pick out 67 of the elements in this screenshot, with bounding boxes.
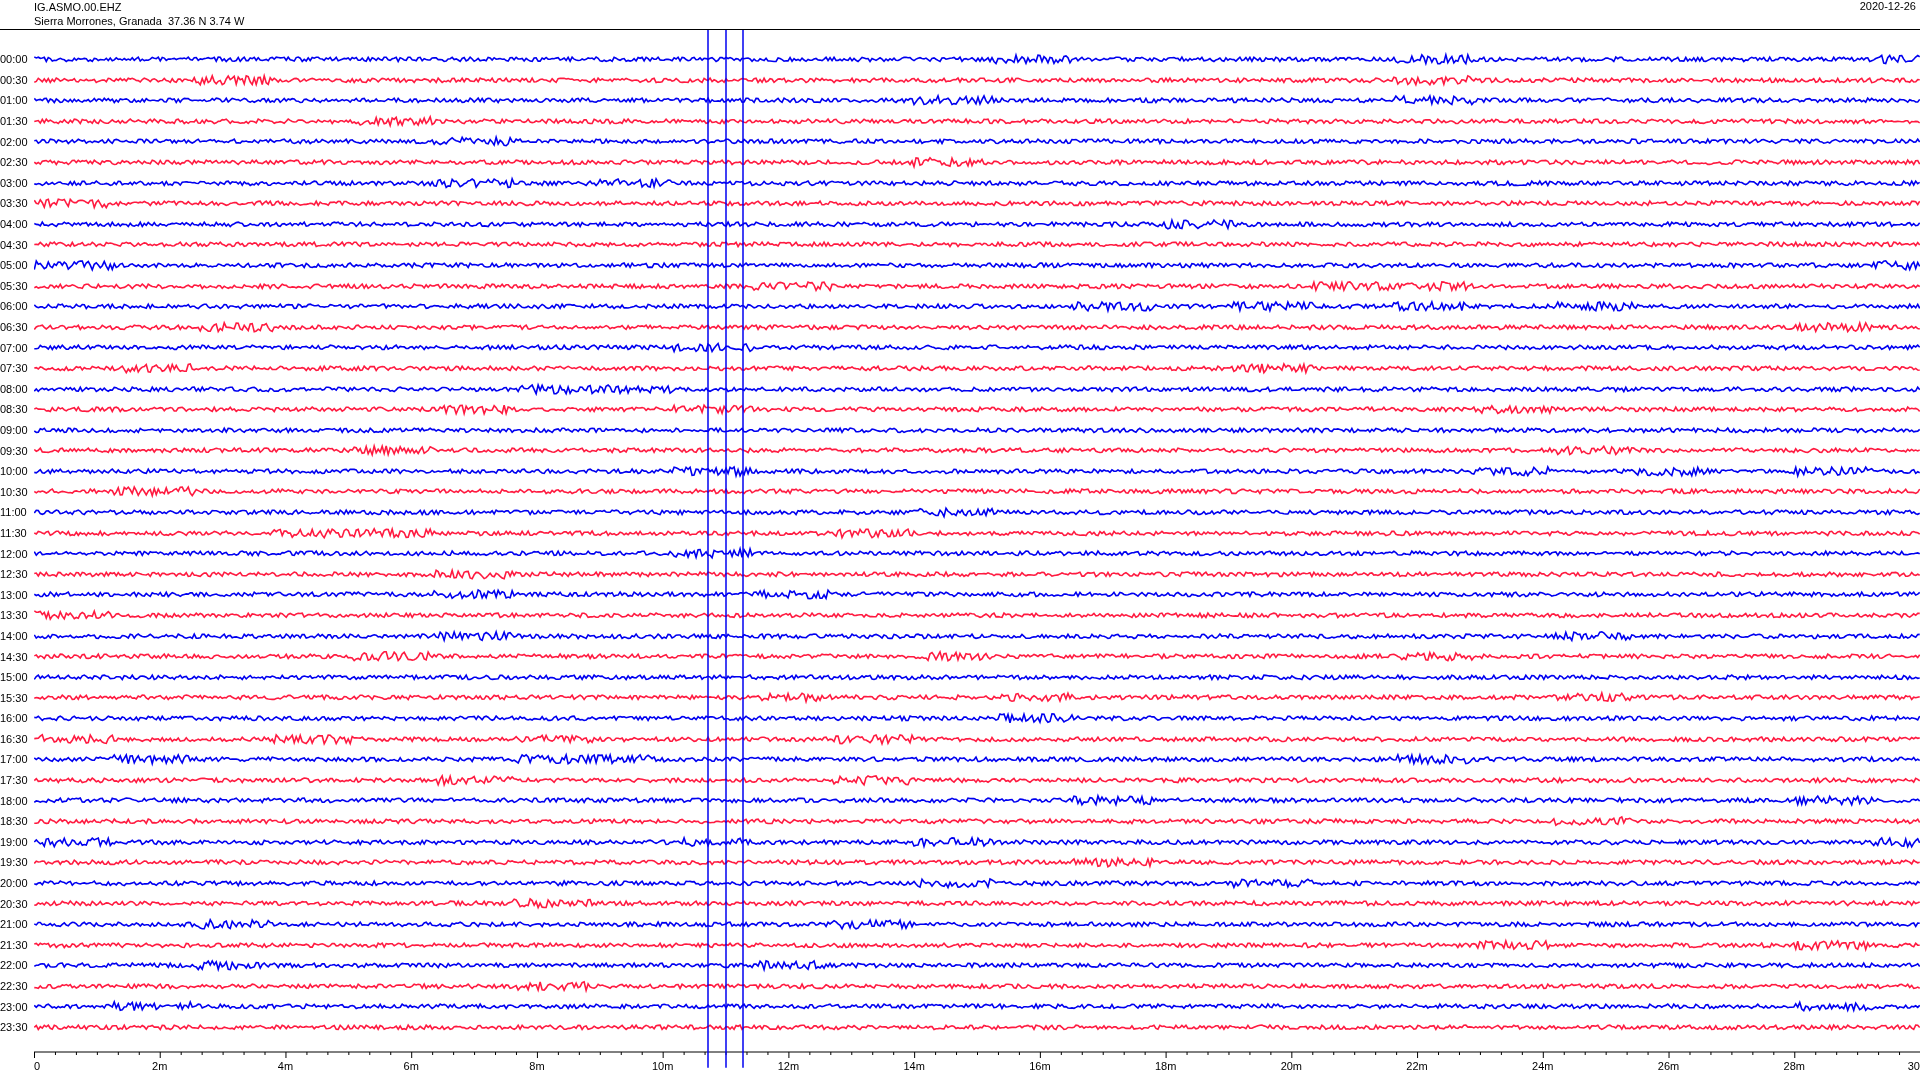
time-label: 20:30 — [0, 897, 29, 910]
time-label: 00:30 — [0, 73, 29, 86]
axis-tick-label: 4m — [277, 1060, 294, 1072]
time-label: 12:00 — [0, 547, 29, 560]
time-label: 03:30 — [0, 197, 29, 210]
axis-tick-label: 12m — [777, 1060, 800, 1072]
axis-tick-label: 18m — [1154, 1060, 1177, 1072]
time-label: 22:00 — [0, 959, 29, 972]
axis-tick-label: 30 — [1907, 1060, 1920, 1072]
time-label: 17:00 — [0, 753, 29, 766]
time-label: 21:30 — [0, 938, 29, 951]
axis-tick-label: 20m — [1280, 1060, 1303, 1072]
axis-tick-label: 14m — [903, 1060, 925, 1072]
time-label: 22:30 — [0, 980, 29, 992]
time-label: 15:30 — [0, 691, 29, 704]
time-label: 05:00 — [0, 259, 29, 272]
time-label: 10:00 — [0, 465, 29, 478]
time-label: 04:30 — [0, 238, 29, 251]
time-label: 18:30 — [0, 815, 29, 828]
time-label: 14:30 — [0, 650, 29, 663]
axis-tick-label: 6m — [403, 1060, 419, 1072]
axis-tick-label: 10m — [651, 1060, 674, 1072]
plot-date: 2020-12-26 — [1859, 0, 1917, 14]
time-label: 01:00 — [0, 94, 29, 107]
time-label: 07:00 — [0, 341, 29, 354]
time-label: 18:00 — [0, 794, 29, 807]
axis-tick-label: 16m — [1029, 1060, 1051, 1072]
axis-tick-label: 2m — [152, 1060, 168, 1072]
time-label: 02:30 — [0, 156, 29, 169]
time-label: 21:00 — [0, 918, 29, 931]
time-label: 14:00 — [0, 629, 29, 642]
time-label: 13:30 — [0, 609, 29, 622]
time-label: 19:30 — [0, 856, 29, 869]
time-label: 05:30 — [0, 279, 29, 292]
time-label: 10:30 — [0, 485, 29, 498]
time-label: 08:00 — [0, 382, 29, 395]
time-label: 08:30 — [0, 403, 29, 416]
time-label: 12:30 — [0, 568, 29, 581]
time-label: 20:00 — [0, 877, 29, 890]
axis-tick-label: 24m — [1532, 1060, 1554, 1072]
time-label: 00:00 — [0, 53, 29, 66]
axis-tick-label: 22m — [1406, 1060, 1428, 1072]
time-label: 09:00 — [0, 424, 29, 436]
time-label: 23:30 — [0, 1021, 29, 1034]
time-label: 09:30 — [0, 444, 29, 457]
time-label: 02:00 — [0, 135, 29, 148]
time-label: 16:00 — [0, 712, 29, 725]
axis-tick-label: 26m — [1657, 1060, 1680, 1072]
time-label: 19:00 — [0, 835, 29, 848]
time-label: 11:30 — [0, 526, 28, 539]
axis-tick-label: 8m — [529, 1060, 545, 1072]
time-label: 11:00 — [0, 506, 28, 519]
station-code: IG.ASMO.00.EHZ — [34, 0, 123, 14]
axis-tick-label: 0 — [34, 1060, 41, 1072]
time-label: 15:00 — [0, 671, 29, 684]
time-label: 23:00 — [0, 1000, 29, 1013]
time-label: 06:30 — [0, 321, 29, 333]
axis-tick-label: 28m — [1783, 1060, 1805, 1072]
time-label: 07:30 — [0, 362, 29, 375]
time-label: 01:30 — [0, 115, 29, 128]
time-label: 06:00 — [0, 300, 29, 313]
time-label: 16:30 — [0, 732, 29, 745]
time-label: 13:00 — [0, 588, 29, 601]
time-label: 04:00 — [0, 218, 29, 231]
time-label: 17:30 — [0, 774, 29, 787]
station-location: Sierra Morrones, Granada 37.36 N 3.74 W — [34, 14, 245, 28]
time-label: 03:00 — [0, 176, 29, 189]
